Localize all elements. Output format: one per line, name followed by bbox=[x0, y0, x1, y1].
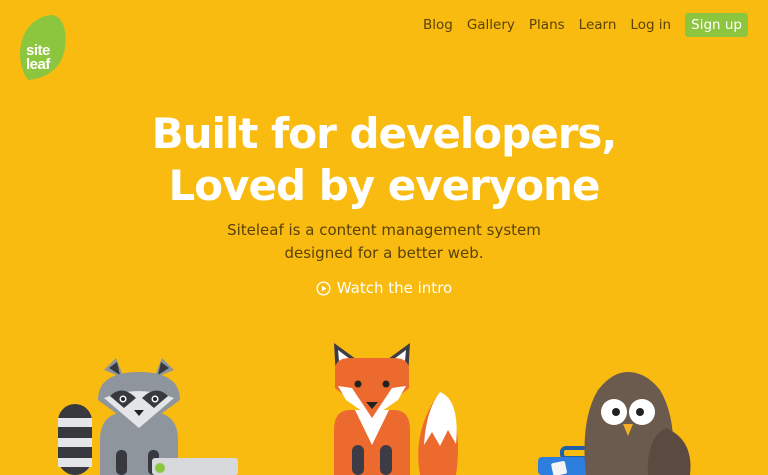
watch-intro-label: Watch the intro bbox=[336, 279, 453, 297]
top-nav: Blog Gallery Plans Learn Log in Sign up bbox=[409, 13, 748, 37]
logo-line2: leaf bbox=[26, 56, 50, 73]
animal-illustration bbox=[58, 343, 691, 475]
nav-login[interactable]: Log in bbox=[630, 17, 671, 33]
nav-blog[interactable]: Blog bbox=[423, 17, 453, 33]
siteleaf-logo[interactable]: site leaf bbox=[18, 14, 68, 80]
logo-wordmark: site leaf bbox=[26, 43, 50, 73]
hero-subtitle-line1: Siteleaf is a content management system bbox=[227, 221, 541, 239]
signup-button[interactable]: Sign up bbox=[685, 13, 748, 37]
nav-plans[interactable]: Plans bbox=[529, 17, 565, 33]
hero-title: Built for developers, Loved by everyone bbox=[0, 108, 768, 212]
nav-gallery[interactable]: Gallery bbox=[467, 17, 515, 33]
play-icon bbox=[316, 281, 331, 296]
owl-illustration bbox=[538, 372, 691, 475]
nav-learn[interactable]: Learn bbox=[579, 17, 617, 33]
hero-subtitle-line2: designed for a better web. bbox=[284, 244, 484, 262]
hero-title-line1: Built for developers, bbox=[151, 109, 618, 158]
hero-subtitle: Siteleaf is a content management system … bbox=[0, 219, 768, 265]
fox-illustration bbox=[334, 343, 458, 475]
watch-intro-link[interactable]: Watch the intro bbox=[0, 279, 768, 297]
raccoon-illustration bbox=[58, 358, 238, 475]
hero-title-line2: Loved by everyone bbox=[168, 161, 601, 210]
